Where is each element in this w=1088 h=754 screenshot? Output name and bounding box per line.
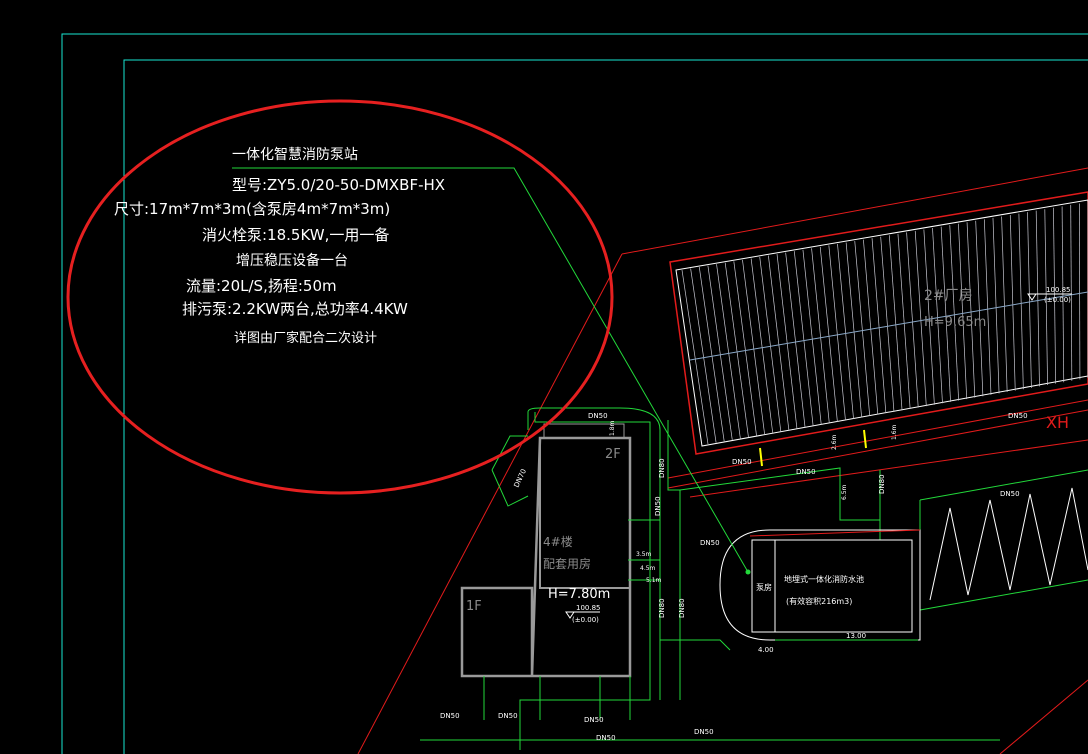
cad-drawing[interactable]: 2#厂房 H=9.65m 100.85 (±0.00) XH 4#楼 配套用房 … xyxy=(0,0,1088,754)
roof-hatch-line xyxy=(880,236,895,412)
pump-red-line xyxy=(749,529,921,537)
building-2-elev-bottom: (±0.00) xyxy=(1044,296,1071,304)
roof-hatch-line xyxy=(793,251,814,426)
roof-hatch-line xyxy=(975,220,984,397)
roof-hatch-line xyxy=(759,256,782,432)
pipe-label-dn50: DN50 xyxy=(1000,490,1020,498)
building-2-side-label: XH xyxy=(1046,413,1069,432)
roof-hatch-line xyxy=(1001,216,1008,393)
roof-hatch-line xyxy=(992,217,1000,394)
roof-hatch-line xyxy=(776,254,798,429)
roof-hatch-line xyxy=(768,255,790,430)
roof-hatch-line xyxy=(828,245,846,421)
annotation-line-hydrant-pump: 消火栓泵:18.5KW,一用一备 xyxy=(202,226,390,244)
pump-dim-width: 13.00 xyxy=(846,632,866,640)
pipe-label-dn50: DN50 xyxy=(1008,412,1028,420)
roof-hatch-line xyxy=(819,246,838,422)
pump-station-tank xyxy=(751,539,913,633)
pipe-label-dn50: DN50 xyxy=(732,458,752,466)
building-2-hatch xyxy=(681,202,1088,445)
building-4-elev-top: 100.85 xyxy=(576,604,601,612)
roof-hatch-line xyxy=(733,261,757,436)
roof-hatch-line xyxy=(949,225,959,401)
fire-pipes xyxy=(420,407,1088,750)
pipe-label-dn80: DN80 xyxy=(658,598,666,618)
roof-hatch-line xyxy=(785,252,806,428)
pipe-label-dn50: DN50 xyxy=(584,716,604,724)
annotation-line-size: 尺寸:17m*7m*3m(含泵房4m*7m*3m) xyxy=(114,200,391,218)
dim-label: 1.8m xyxy=(609,420,616,436)
dim-label: 3.5m xyxy=(636,551,652,558)
roof-hatch-line xyxy=(1027,212,1032,388)
roof-hatch-line xyxy=(845,242,862,418)
pipe-label-dn50: DN50 xyxy=(796,468,816,476)
roof-hatch-line xyxy=(1018,213,1024,390)
cad-viewport[interactable]: 2#厂房 H=9.65m 100.85 (±0.00) XH 4#楼 配套用房 … xyxy=(0,0,1088,754)
building-4-elev-bottom: (±0.00) xyxy=(572,616,599,624)
dim-label: 2.6m xyxy=(831,434,838,450)
annotation-title: 一体化智慧消防泵站 xyxy=(232,147,358,163)
roof-hatch-line xyxy=(1070,204,1073,381)
roof-hatch-line xyxy=(854,241,871,416)
pump-room-label: 泵房 xyxy=(756,582,772,592)
building-2-name: 2#厂房 xyxy=(924,288,973,304)
dim-label: 5.1m xyxy=(646,577,662,584)
dim-label: 1.6m xyxy=(891,424,898,440)
building-2-elev-top: 100.85 xyxy=(1046,286,1071,294)
pipe-label-dn80: DN80 xyxy=(878,474,886,494)
roof-hatch-line xyxy=(863,239,879,415)
roof-hatch-line xyxy=(742,259,765,435)
red-road-line xyxy=(999,679,1088,754)
roof-hatch-line xyxy=(958,223,968,400)
red-road-line xyxy=(689,439,1088,498)
zigzag-wall xyxy=(929,487,1088,601)
pipe-label-dn80: DN80 xyxy=(658,458,666,478)
yellow-mark xyxy=(759,447,763,467)
pipe-label-dn50: DN50 xyxy=(700,539,720,547)
roof-hatch-line xyxy=(871,238,887,414)
pipe-label-dn50: DN50 xyxy=(498,712,518,720)
pipe-label-dn50: DN50 xyxy=(694,728,714,736)
pump-station-capacity: (有效容积216m3) xyxy=(786,596,852,606)
roof-hatch-line xyxy=(966,222,976,398)
roof-hatch-line xyxy=(1035,210,1040,387)
building-4-use: 配套用房 xyxy=(543,556,591,571)
roof-hatch-line xyxy=(750,258,774,433)
annotation-line-booster: 增压稳压设备一台 xyxy=(236,253,348,269)
building-4-floor-2f: 2F xyxy=(605,447,621,462)
dim-label: 4.5m xyxy=(640,565,656,572)
roof-hatch-line xyxy=(802,249,822,425)
pipe-label-dn70: DN70 xyxy=(513,468,529,489)
pipe-label-dn50: DN50 xyxy=(440,712,460,720)
roof-hatch-line xyxy=(811,248,830,423)
building-4-floor-1f: 1F xyxy=(466,599,482,614)
pipe-label-dn50: DN50 xyxy=(596,734,616,742)
annotation-line-model: 型号:ZY5.0/20-50-DMXBF-HX xyxy=(232,176,446,194)
inner-frame xyxy=(123,59,1088,754)
red-boundary-line xyxy=(357,253,623,754)
annotation-line-flow: 流量:20L/S,扬程:50m xyxy=(186,277,337,295)
pipe-label-dn80: DN80 xyxy=(678,598,686,618)
pipe-label-dn50: DN50 xyxy=(588,412,608,420)
annotation-line-sewage-pump: 排污泵:2.2KW两台,总功率4.4KW xyxy=(182,300,408,318)
roof-hatch-line xyxy=(1079,203,1081,380)
roof-hatch-line xyxy=(837,243,854,419)
building-2-height: H=9.65m xyxy=(924,315,986,330)
roof-hatch-line xyxy=(1009,215,1016,391)
yellow-mark xyxy=(863,429,867,449)
leader-endpoint xyxy=(745,569,751,575)
pump-dim-left: 4.00 xyxy=(758,646,774,654)
pipe-label-dn50: DN50 xyxy=(654,496,662,516)
building-4-name: 4#楼 xyxy=(543,534,573,549)
building-4-height: H=7.80m xyxy=(548,587,610,602)
pump-station-outline xyxy=(719,529,921,641)
dim-label: 6.5m xyxy=(841,484,848,500)
building-2-inner xyxy=(675,199,1088,447)
annotation-line-note: 详图由厂家配合二次设计 xyxy=(234,331,378,346)
pump-station-title: 地埋式一体化消防水池 xyxy=(784,574,864,584)
roof-hatch-line xyxy=(983,219,992,395)
